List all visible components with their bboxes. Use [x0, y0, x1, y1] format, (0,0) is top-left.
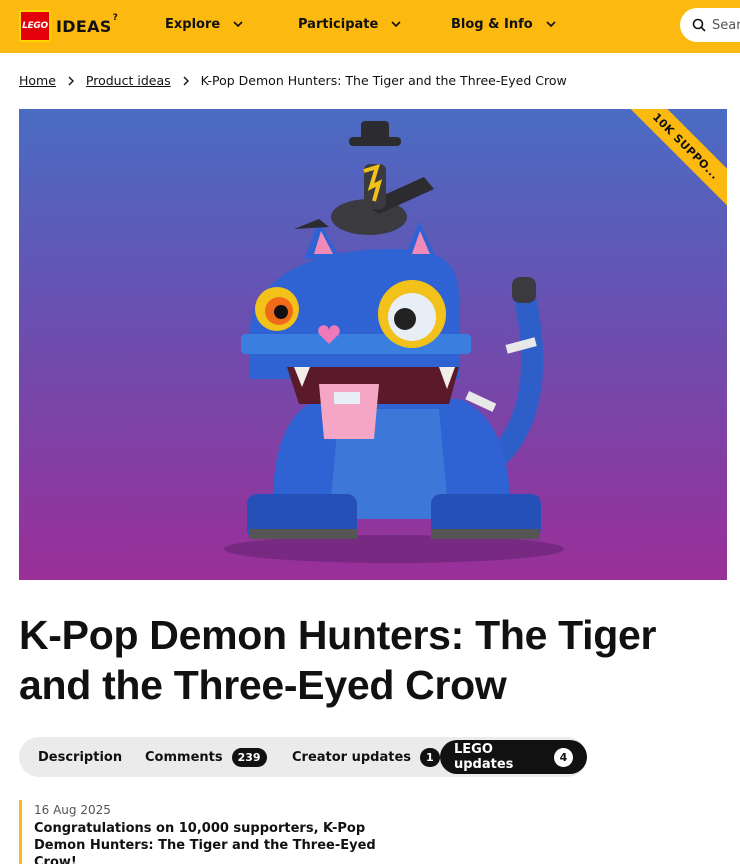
ideas-wordmark: IDEAS — [56, 16, 112, 36]
search-placeholder: Sear — [712, 17, 740, 33]
chevron-right-icon — [68, 76, 74, 85]
lego-updates-count-badge: 4 — [554, 747, 573, 767]
update-date: 16 Aug 2025 — [34, 803, 111, 817]
nav-participate[interactable]: Participate — [298, 16, 404, 32]
chevron-right-icon — [183, 76, 189, 85]
nav-blog-info[interactable]: Blog & Info — [451, 16, 559, 32]
breadcrumb-current: K-Pop Demon Hunters: The Tiger and the T… — [200, 73, 567, 88]
lego-update-entry[interactable]: 16 Aug 2025 Congratulations on 10,000 su… — [19, 800, 394, 864]
comments-count-badge: 239 — [231, 747, 267, 767]
tiger-model-illustration — [224, 121, 564, 563]
search-input[interactable]: Sear — [680, 8, 740, 42]
tab-description[interactable]: Description — [38, 740, 122, 774]
chevron-down-icon — [233, 21, 243, 28]
chevron-down-icon — [546, 21, 556, 28]
nav-explore[interactable]: Explore — [165, 16, 246, 32]
tab-lego-updates[interactable]: LEGO updates 4 — [440, 740, 587, 774]
top-header: LEGO IDEAS ? Explore Participate Blog & … — [0, 0, 740, 53]
breadcrumb-product-ideas[interactable]: Product ideas — [86, 73, 171, 88]
lego-logo-icon: LEGO — [19, 10, 51, 42]
page-title: K-Pop Demon Hunters: The Tiger and the T… — [19, 612, 657, 708]
chevron-down-icon — [391, 21, 401, 28]
lego-ideas-logo[interactable]: LEGO IDEAS ? — [19, 10, 118, 42]
breadcrumb-home[interactable]: Home — [19, 73, 56, 88]
tab-creator-updates[interactable]: Creator updates 1 — [292, 740, 440, 774]
creator-updates-count-badge: 1 — [420, 747, 440, 767]
search-icon — [692, 18, 706, 32]
tab-comments[interactable]: Comments 239 — [145, 740, 267, 774]
ideas-lightbulb-icon: ? — [112, 13, 118, 23]
content-tabs: Description Comments 239 Creator updates… — [19, 737, 587, 777]
update-title[interactable]: Congratulations on 10,000 supporters, K-… — [34, 820, 394, 864]
product-hero-image[interactable]: 10K SUPPO... — [19, 109, 727, 580]
breadcrumb: Home Product ideas K-Pop Demon Hunters: … — [19, 73, 567, 88]
